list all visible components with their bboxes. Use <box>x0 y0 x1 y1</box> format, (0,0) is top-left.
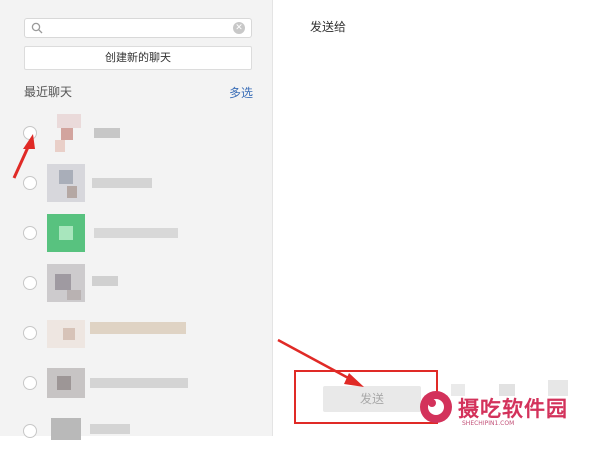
annotation-arrows <box>12 134 364 387</box>
arrow-line-bottom <box>277 338 353 382</box>
watermark-text: 摄吃软件园 <box>458 397 568 421</box>
arrow-head-left <box>23 134 35 149</box>
watermark-subtext: SHECHIPIN1.COM <box>462 420 515 427</box>
watermark-logo-icon <box>420 391 452 423</box>
arrow-head-bottom <box>344 373 364 387</box>
arrow-line-left <box>12 144 31 179</box>
